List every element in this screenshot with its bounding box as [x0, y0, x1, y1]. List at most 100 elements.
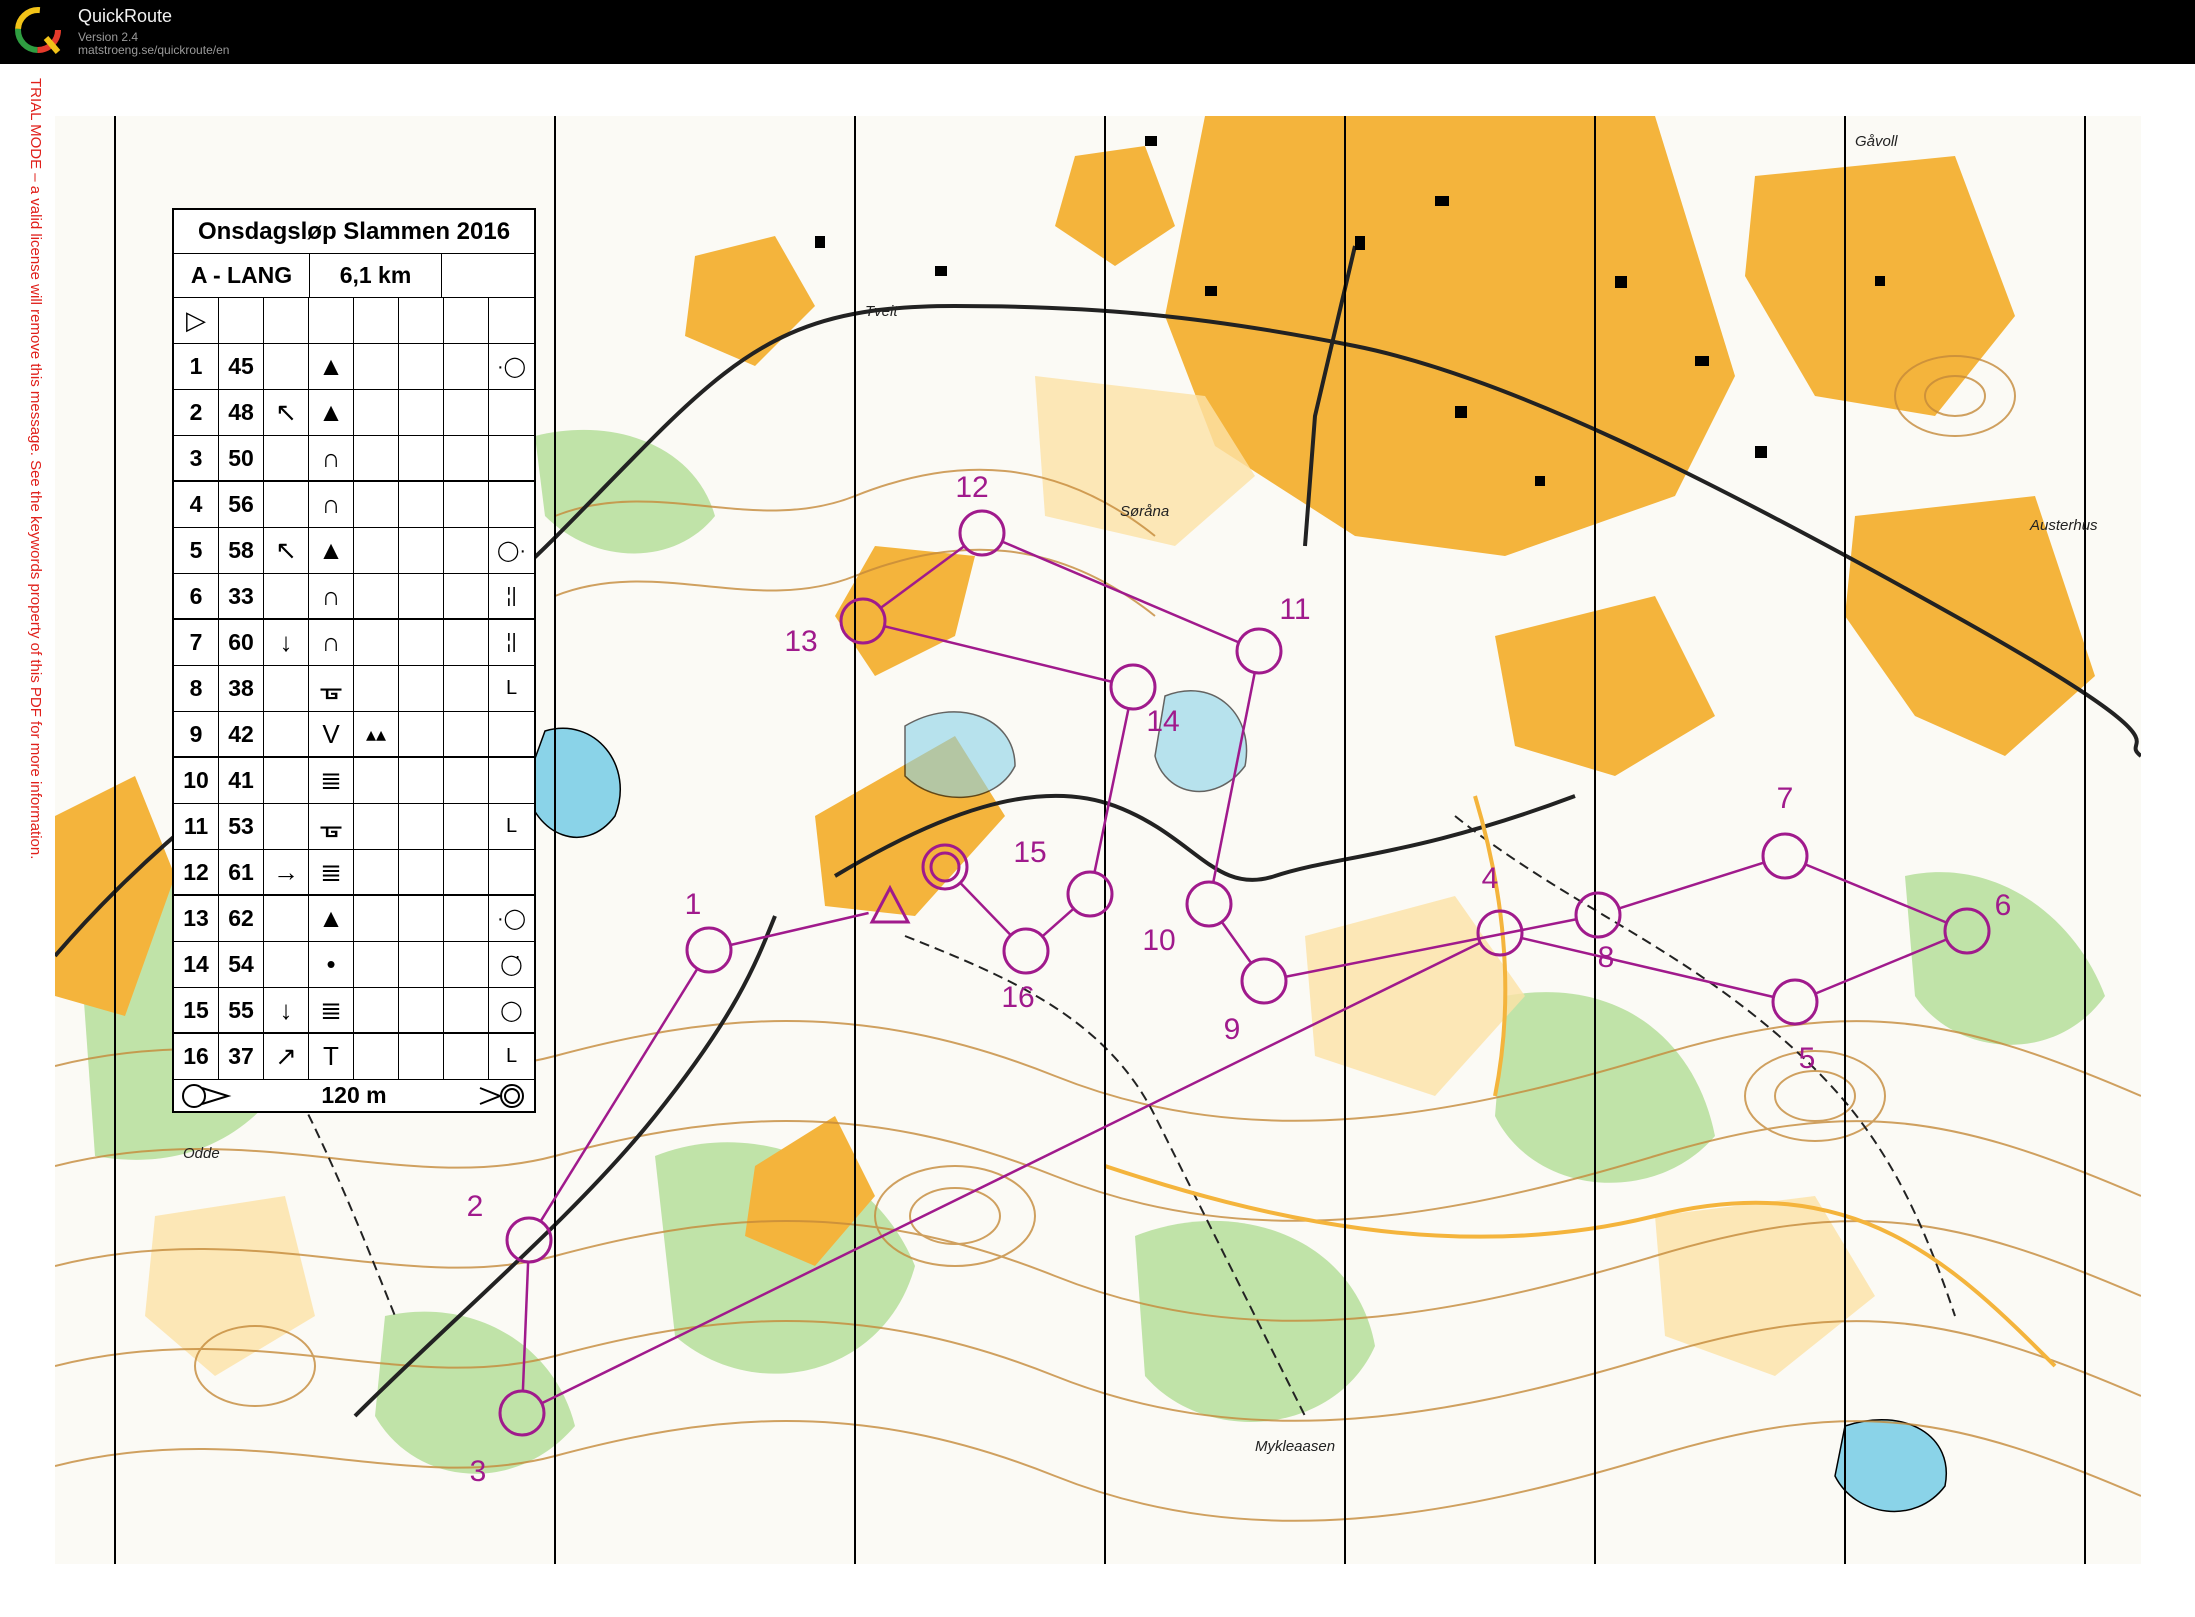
control-position-icon: ◯: [500, 999, 523, 1022]
control-number: 2: [189, 399, 203, 425]
title-bar: QuickRoute Version 2.4 matstroeng.se/qui…: [0, 0, 2195, 64]
start-triangle-icon: ▷: [186, 305, 206, 335]
control-feature-icon: ∩: [321, 442, 341, 473]
control-number: 3: [189, 444, 203, 471]
control-row: 11 53 ᚗ L: [174, 804, 534, 850]
control-number: 10: [183, 767, 209, 793]
control-code: 62: [228, 905, 254, 931]
control-row: 10 41 ≣: [174, 758, 534, 804]
course-name: A - LANG: [190, 262, 293, 288]
control-feature-extra-icon: ▴▴: [365, 723, 387, 746]
finish-circle-icon: [479, 1083, 524, 1108]
control-position-icon: ·◯: [496, 908, 527, 930]
control-number: 11: [183, 813, 209, 839]
control-number: 13: [183, 905, 209, 931]
quickroute-logo-icon: [15, 7, 61, 54]
control-direction: ↖: [275, 397, 297, 427]
control-number-label: 16: [1001, 981, 1034, 1014]
place-name-mykleaasen: Mykleaasen: [1255, 1438, 1335, 1455]
control-number-label: 6: [1995, 889, 2012, 922]
control-row: 6 33 ∩ ¦|: [174, 574, 534, 620]
control-feature-icon: ∩: [321, 489, 341, 519]
control-number: 14: [183, 951, 209, 977]
control-number-label: 3: [470, 1455, 487, 1488]
control-code: 37: [228, 1043, 254, 1069]
control-feature-icon: ≣: [320, 856, 342, 887]
control-code: 54: [228, 951, 254, 977]
control-position-icon: ◯·: [496, 540, 527, 562]
control-row: 9 42 V ▴▴: [174, 712, 534, 758]
control-number-label: 12: [955, 471, 988, 504]
place-name-tveit: Tveit: [865, 303, 898, 320]
control-number: 7: [189, 629, 203, 655]
control-code: 61: [228, 858, 254, 885]
trial-mode-message: TRIAL MODE – a valid license will remove…: [27, 78, 44, 860]
control-number: 8: [189, 675, 203, 701]
control-number-label: 9: [1224, 1013, 1241, 1046]
card-title: Onsdagsløp Slammen 2016: [197, 217, 511, 245]
control-number: 12: [183, 858, 209, 885]
place-name-austerhus: Austerhus: [2029, 517, 2098, 534]
finish-funnel-icon: [182, 1083, 232, 1108]
control-feature-icon: ≣: [320, 994, 342, 1025]
control-feature-icon: T: [323, 1041, 339, 1071]
control-position-icon: L: [505, 815, 518, 837]
control-row: 14 54 • ◯̇: [174, 942, 534, 988]
control-code: 33: [228, 582, 254, 609]
control-row: 2 48 ↖ ▲: [174, 390, 534, 436]
control-number-label: 5: [1799, 1042, 1816, 1075]
control-code: 60: [228, 629, 254, 655]
control-number-label: 10: [1142, 924, 1175, 957]
control-feature-icon: ▲: [318, 397, 344, 427]
control-row: 8 38 ᚗ L: [174, 666, 534, 712]
card-start-row: ▷: [174, 298, 534, 344]
control-number: 5: [189, 537, 203, 563]
control-code: 41: [228, 767, 254, 793]
control-row: 1 45 ▲ ·◯: [174, 344, 534, 390]
control-code: 45: [228, 353, 254, 379]
control-feature-icon: ▲: [318, 351, 344, 381]
control-feature-icon: ᚗ: [320, 811, 342, 841]
control-feature-icon: ▲: [318, 535, 344, 565]
control-position-icon: ¦|: [506, 631, 517, 653]
control-feature-icon: ∩: [321, 580, 341, 611]
control-code: 53: [228, 813, 254, 839]
control-number-label: 13: [784, 625, 817, 658]
control-row: 13 62 ▲ ·◯: [174, 896, 534, 942]
control-row: 5 58 ↖ ▲ ◯·: [174, 528, 534, 574]
control-code: 42: [228, 720, 254, 747]
control-position-icon: L: [505, 677, 518, 699]
card-finish-row: 120 m: [174, 1080, 534, 1111]
control-position-icon: ·◯: [496, 356, 527, 378]
control-number-label: 15: [1013, 836, 1046, 869]
control-number-label: 1: [685, 888, 702, 921]
control-number-label: 2: [467, 1190, 484, 1223]
place-name-odde: Odde: [183, 1145, 220, 1162]
control-code: 38: [228, 675, 254, 701]
control-feature-icon: V: [322, 718, 340, 749]
app-version: Version 2.4: [78, 30, 139, 44]
control-number-label: 14: [1146, 705, 1179, 738]
control-feature-icon: ≣: [320, 765, 342, 795]
app-url: matstroeng.se/quickroute/en: [78, 43, 230, 57]
control-direction: ↓: [279, 627, 293, 657]
control-number-label: 4: [1482, 862, 1499, 895]
control-feature-icon: ᚗ: [320, 673, 342, 703]
control-description-card: Onsdagsløp Slammen 2016 A - LANG 6,1 km …: [172, 208, 536, 1113]
control-number-label: 8: [1598, 941, 1615, 974]
place-name-soraana: Søråna: [1120, 503, 1169, 520]
control-row: 15 55 ↓ ≣ ◯: [174, 988, 534, 1034]
control-feature-icon: •: [326, 949, 336, 979]
control-code: 56: [228, 491, 254, 517]
control-direction: ↗: [275, 1041, 297, 1071]
control-number: 16: [183, 1043, 209, 1069]
course-length: 6,1 km: [339, 262, 412, 288]
control-direction: →: [273, 856, 299, 887]
control-number-label: 11: [1279, 593, 1310, 626]
control-number: 4: [189, 491, 203, 517]
control-code: 58: [228, 537, 254, 563]
control-row: 7 60 ↓ ∩ ¦|: [174, 620, 534, 666]
control-direction: ↖: [275, 535, 297, 565]
card-title-row: Onsdagsløp Slammen 2016: [174, 210, 534, 254]
control-position-icon: ¦|: [506, 584, 517, 607]
